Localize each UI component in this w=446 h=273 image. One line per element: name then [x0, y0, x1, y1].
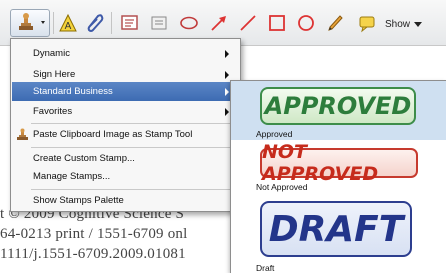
- stamp-icon: [17, 128, 28, 140]
- stamp-dropdown-menu: Dynamic Sign Here Standard Business Favo…: [10, 38, 241, 212]
- line-icon: [240, 15, 256, 31]
- menu-separator: [31, 147, 236, 148]
- show-comments-icon: [359, 16, 375, 33]
- show-menu-button[interactable]: [352, 9, 382, 37]
- submenu-arrow-icon: [225, 50, 229, 58]
- submenu-arrow-icon: [225, 71, 229, 79]
- stamp-icon: [19, 13, 45, 30]
- submenu-arrow-icon: [225, 108, 229, 116]
- oval-icon: [298, 15, 314, 31]
- menu-separator: [31, 189, 236, 190]
- text-box-icon: [121, 15, 138, 30]
- stamp-caption: Draft: [256, 263, 275, 273]
- approved-stamp-preview: APPROVED: [260, 87, 416, 125]
- pencil-tool-button[interactable]: [322, 9, 348, 37]
- menu-item-paste-clipboard-stamp[interactable]: Paste Clipboard Image as Stamp Tool: [12, 125, 239, 144]
- chevron-down-icon: [41, 21, 45, 24]
- highlight-text-icon: A: [59, 13, 77, 32]
- toolbar-divider: [111, 12, 112, 34]
- cloud-tool-button[interactable]: [176, 9, 202, 37]
- stamp-option-draft[interactable]: DRAFT Draft: [231, 197, 446, 273]
- menu-item-label: Sign Here: [33, 69, 76, 80]
- menu-item-create-custom-stamp[interactable]: Create Custom Stamp...: [12, 149, 239, 168]
- not-approved-stamp-preview: NOT APPROVED: [260, 141, 418, 185]
- cloud-shape-icon: [180, 16, 198, 30]
- menu-item-dynamic[interactable]: Dynamic: [12, 44, 239, 63]
- text-box-tool-button[interactable]: [117, 9, 143, 37]
- line-tool-button[interactable]: [235, 9, 261, 37]
- menu-item-standard-business[interactable]: Standard Business: [12, 82, 239, 101]
- stamp-caption: Approved: [256, 129, 293, 139]
- document-text-line: 64-0213 print / 1551-6709 onl: [0, 226, 188, 242]
- svg-text:A: A: [65, 21, 72, 32]
- attach-file-tool-button[interactable]: [82, 9, 108, 37]
- note-icon: [151, 16, 167, 30]
- menu-item-label: Standard Business: [33, 86, 113, 97]
- show-menu-label[interactable]: Show: [385, 19, 410, 30]
- menu-item-label: Paste Clipboard Image as Stamp Tool: [33, 129, 193, 140]
- document-text-line: 1111/j.1551-6709.2009.01081: [0, 246, 186, 262]
- menu-item-favorites[interactable]: Favorites: [12, 102, 239, 121]
- pencil-icon: [328, 15, 343, 31]
- submenu-arrow-icon: [225, 88, 229, 96]
- stamp-tool-button[interactable]: [10, 9, 50, 37]
- menu-item-manage-stamps[interactable]: Manage Stamps...: [12, 167, 239, 186]
- menu-separator: [31, 123, 236, 124]
- rectangle-tool-button[interactable]: [264, 9, 290, 37]
- note-tool-button[interactable]: [146, 9, 172, 37]
- menu-item-label: Create Custom Stamp...: [33, 153, 135, 164]
- menu-item-label: Manage Stamps...: [33, 171, 111, 182]
- rectangle-icon: [269, 15, 285, 31]
- stamp-option-not-approved[interactable]: NOT APPROVED Not Approved: [231, 141, 446, 196]
- attach-paperclip-icon: [87, 14, 104, 32]
- highlight-tool-button[interactable]: A: [55, 9, 81, 37]
- draft-stamp-preview: DRAFT: [260, 201, 412, 257]
- arrow-icon: [211, 16, 226, 31]
- menu-item-show-stamps-palette[interactable]: Show Stamps Palette: [12, 191, 239, 210]
- menu-item-label: Show Stamps Palette: [33, 195, 124, 206]
- chevron-down-icon[interactable]: [414, 22, 422, 28]
- stamp-caption: Not Approved: [256, 182, 308, 192]
- toolbar-divider: [53, 12, 54, 34]
- standard-business-submenu: APPROVED Approved NOT APPROVED Not Appro…: [230, 80, 446, 273]
- stamp-option-approved[interactable]: APPROVED Approved: [231, 81, 446, 140]
- arrow-tool-button[interactable]: [206, 9, 232, 37]
- menu-item-label: Dynamic: [33, 48, 70, 59]
- oval-tool-button[interactable]: [293, 9, 319, 37]
- menu-item-label: Favorites: [33, 106, 73, 117]
